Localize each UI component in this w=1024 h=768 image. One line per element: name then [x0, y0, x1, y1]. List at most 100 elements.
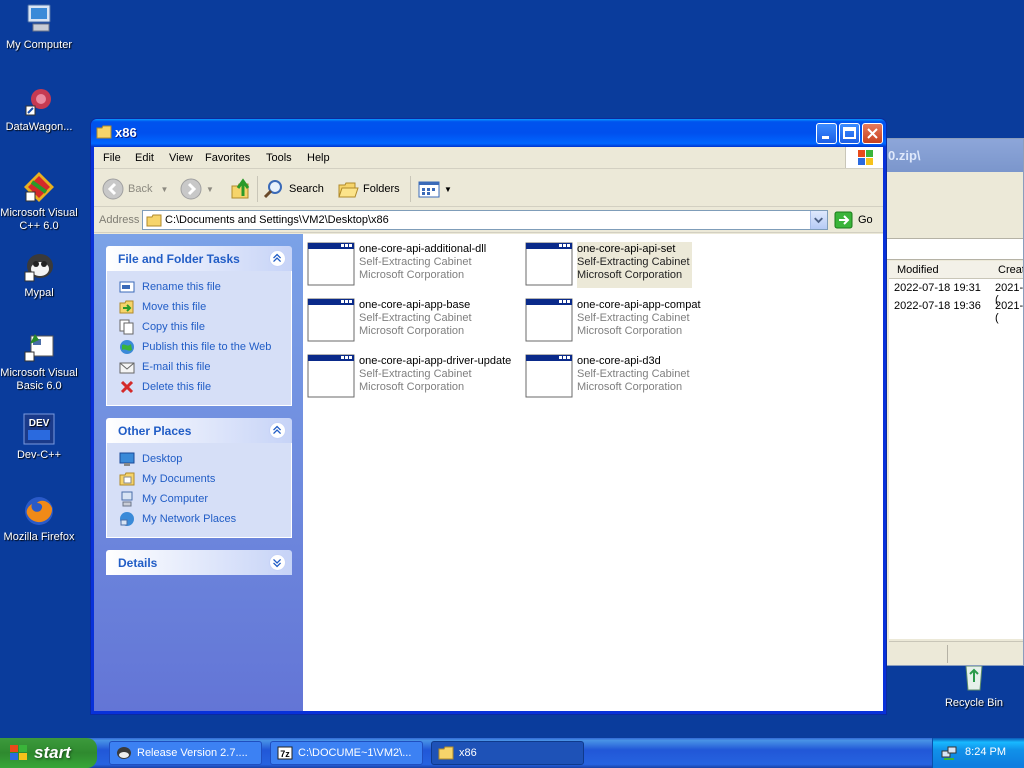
- back-dropdown-icon[interactable]: ▼: [160, 185, 168, 194]
- panel-body: Rename this file Move this file Copy thi…: [106, 271, 292, 406]
- explorer-window[interactable]: x86 File Edit View Favorites Tools Help: [90, 118, 887, 715]
- back-label: Back: [128, 183, 153, 195]
- desktop-icon-label: Recycle Bin: [944, 697, 1004, 709]
- task-copy[interactable]: Copy this file: [119, 317, 291, 337]
- file-type: Self-Extracting Cabinet: [359, 256, 472, 268]
- network-tray-icon[interactable]: [941, 745, 957, 761]
- column-modified[interactable]: Modified: [897, 264, 939, 276]
- file-item-selected[interactable]: one-core-api-api-set Self-Extracting Cab…: [525, 242, 735, 288]
- windows-flag-icon: [10, 745, 27, 760]
- task-publish[interactable]: Publish this file to the Web: [119, 337, 291, 357]
- desktop-icon-datawagon[interactable]: DataWagon...: [0, 84, 78, 134]
- desktop-icon-recycle-bin[interactable]: Recycle Bin: [935, 660, 1013, 710]
- close-icon: [867, 128, 878, 139]
- address-dropdown-button[interactable]: [810, 211, 827, 229]
- desktop-icon-label: DataWagon...: [5, 121, 73, 133]
- desktop-icon-mypal[interactable]: Mypal: [0, 250, 78, 300]
- desktop-icon-dev-cpp[interactable]: DEV Dev-C++: [0, 412, 78, 462]
- up-folder-button[interactable]: [230, 176, 256, 202]
- folders-label: Folders: [363, 183, 400, 195]
- svg-text:DEV: DEV: [29, 418, 50, 429]
- collapse-button[interactable]: [269, 422, 286, 439]
- place-network[interactable]: My Network Places: [119, 509, 291, 529]
- file-list[interactable]: one-core-api-additional-dll Self-Extract…: [303, 234, 883, 711]
- taskbar-item-label: x86: [459, 747, 477, 759]
- file-type: Self-Extracting Cabinet: [359, 368, 472, 380]
- back-button[interactable]: Back ▼: [102, 176, 168, 202]
- menu-tools[interactable]: Tools: [266, 152, 292, 164]
- panel-title: Details: [118, 556, 158, 570]
- task-delete[interactable]: Delete this file: [119, 377, 291, 397]
- release-app-icon: [117, 747, 131, 759]
- place-desktop[interactable]: Desktop: [119, 449, 291, 469]
- folders-button[interactable]: Folders: [337, 176, 400, 202]
- menu-favorites[interactable]: Favorites: [205, 152, 250, 164]
- panel-header[interactable]: Details: [106, 550, 292, 575]
- cabinet-file-icon: [525, 354, 573, 398]
- expand-button[interactable]: [269, 554, 286, 571]
- search-button[interactable]: Search: [263, 176, 324, 202]
- menu-file[interactable]: File: [103, 152, 121, 164]
- desktop-icon-visual-cpp[interactable]: Microsoft Visual C++ 6.0: [0, 170, 78, 233]
- 7zip-icon: 7z: [277, 746, 293, 760]
- task-move[interactable]: Move this file: [119, 297, 291, 317]
- toolbar: Back ▼ ▼ Search Folders ▼: [94, 170, 883, 207]
- publish-web-icon: [119, 339, 135, 355]
- menu-edit[interactable]: Edit: [135, 152, 154, 164]
- taskbar-item-x86[interactable]: x86: [431, 741, 584, 765]
- menu-view[interactable]: View: [169, 152, 193, 164]
- close-button[interactable]: [862, 123, 883, 144]
- desktop-icon-visual-basic[interactable]: Microsoft Visual Basic 6.0: [0, 330, 78, 393]
- desktop-icon-my-computer[interactable]: My Computer: [0, 2, 78, 52]
- go-button[interactable]: Go: [834, 211, 873, 229]
- clock[interactable]: 8:24 PM: [965, 746, 1006, 758]
- desktop-icon-firefox[interactable]: Mozilla Firefox: [0, 494, 78, 544]
- panel-header[interactable]: File and Folder Tasks: [106, 246, 292, 271]
- taskbar-item-7zip[interactable]: 7z C:\DOCUME~1\VM2\...: [270, 741, 423, 765]
- file-item[interactable]: one-core-api-additional-dll Self-Extract…: [307, 242, 517, 288]
- menu-help[interactable]: Help: [307, 152, 330, 164]
- forward-button[interactable]: ▼: [180, 176, 214, 202]
- email-icon: [119, 359, 135, 375]
- maximize-button[interactable]: [839, 123, 860, 144]
- column-created[interactable]: Creat: [998, 264, 1023, 276]
- file-item[interactable]: one-core-api-d3d Self-Extracting Cabinet…: [525, 354, 735, 400]
- desktop-icon: [119, 451, 135, 467]
- collapse-button[interactable]: [269, 250, 286, 267]
- place-my-computer[interactable]: My Computer: [119, 489, 291, 509]
- file-company: Microsoft Corporation: [359, 269, 465, 281]
- place-my-documents[interactable]: My Documents: [119, 469, 291, 489]
- desktop-icon-label: Microsoft Visual C++ 6.0: [0, 207, 78, 232]
- desktop-icon-label: My Computer: [5, 39, 73, 51]
- address-input[interactable]: C:\Documents and Settings\VM2\Desktop\x8…: [142, 210, 828, 230]
- panel-title: Other Places: [118, 424, 192, 438]
- list-row[interactable]: 2022-07-18 19:31 2021-(: [889, 279, 1023, 306]
- list-row[interactable]: 2022-07-18 19:36 2021-(: [889, 297, 1023, 324]
- folder-icon: [438, 746, 454, 760]
- window-body: File Edit View Favorites Tools Help Back…: [94, 147, 883, 711]
- task-label: Publish this file to the Web: [142, 341, 272, 353]
- forward-dropdown-icon[interactable]: ▼: [206, 185, 214, 194]
- details-panel: Details: [106, 550, 292, 575]
- file-name: one-core-api-d3d: [577, 355, 661, 367]
- forward-arrow-icon: [180, 178, 202, 200]
- rename-icon: [119, 279, 135, 295]
- chevron-up-icon: [273, 425, 282, 435]
- file-item[interactable]: one-core-api-app-base Self-Extracting Ca…: [307, 298, 517, 344]
- taskbar-item-release[interactable]: Release Version 2.7....: [109, 741, 262, 765]
- task-email[interactable]: E-mail this file: [119, 357, 291, 377]
- windows-flag-icon: [858, 150, 873, 165]
- task-rename[interactable]: Rename this file: [119, 277, 291, 297]
- panel-header[interactable]: Other Places: [106, 418, 292, 443]
- views-button[interactable]: ▼: [418, 176, 452, 202]
- file-item[interactable]: one-core-api-app-driver-update Self-Extr…: [307, 354, 517, 400]
- cabinet-file-icon: [307, 242, 355, 286]
- file-name: one-core-api-app-base: [359, 299, 471, 311]
- place-label: Desktop: [142, 453, 183, 465]
- file-item[interactable]: one-core-api-app-compat Self-Extracting …: [525, 298, 735, 344]
- minimize-button[interactable]: [816, 123, 837, 144]
- minimize-icon: [822, 136, 829, 139]
- title-bar[interactable]: x86: [91, 119, 886, 147]
- views-dropdown-icon[interactable]: ▼: [444, 185, 452, 194]
- start-button[interactable]: start: [0, 738, 97, 768]
